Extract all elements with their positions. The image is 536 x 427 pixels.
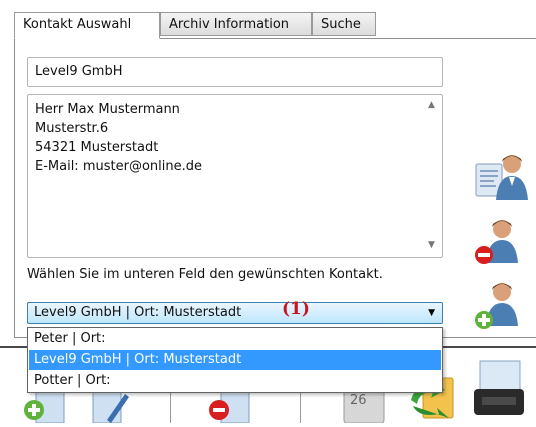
contact-card-icon[interactable] bbox=[472, 150, 530, 202]
contact-select[interactable]: Level9 GmbH | Ort: Musterstadt ▼ bbox=[27, 302, 443, 324]
add-contact-icon[interactable] bbox=[472, 278, 522, 330]
scroll-down-icon[interactable]: ▼ bbox=[428, 240, 435, 250]
tab-kontakt-auswahl[interactable]: Kontakt Auswahl bbox=[14, 12, 160, 39]
print-icon[interactable] bbox=[470, 355, 530, 421]
address-textbox[interactable]: Herr Max Mustermann Musterstr.6 54321 Mu… bbox=[27, 94, 443, 258]
scroll-up-icon[interactable]: ▲ bbox=[428, 100, 435, 110]
contact-select-value: Level9 GmbH | Ort: Musterstadt bbox=[34, 305, 242, 320]
company-field[interactable]: Level9 GmbH bbox=[27, 57, 443, 87]
annotation-marker: (1) bbox=[282, 299, 310, 319]
dropdown-option[interactable]: Peter | Ort: bbox=[29, 329, 441, 349]
address-line: Musterstr.6 bbox=[35, 121, 109, 136]
chevron-down-icon[interactable]: ▼ bbox=[428, 303, 435, 323]
dropdown-option[interactable]: Potter | Ort: bbox=[29, 371, 441, 391]
tab-suche[interactable]: Suche bbox=[312, 12, 376, 36]
contact-dropdown-list: Peter | Ort: Level9 GmbH | Ort: Musterst… bbox=[27, 327, 443, 393]
address-line: E-Mail: muster@online.de bbox=[35, 159, 202, 174]
tab-archiv-information[interactable]: Archiv Information bbox=[160, 12, 312, 36]
address-line: 54321 Musterstadt bbox=[35, 140, 159, 155]
svg-text:26: 26 bbox=[350, 393, 367, 408]
address-scrollbar[interactable]: ▲ ▼ bbox=[425, 96, 441, 256]
contact-hint-label: Wählen Sie im unteren Feld den gewünscht… bbox=[27, 267, 383, 282]
dropdown-option-selected[interactable]: Level9 GmbH | Ort: Musterstadt bbox=[29, 350, 441, 370]
remove-contact-icon[interactable] bbox=[472, 215, 522, 267]
address-line: Herr Max Mustermann bbox=[35, 102, 180, 117]
